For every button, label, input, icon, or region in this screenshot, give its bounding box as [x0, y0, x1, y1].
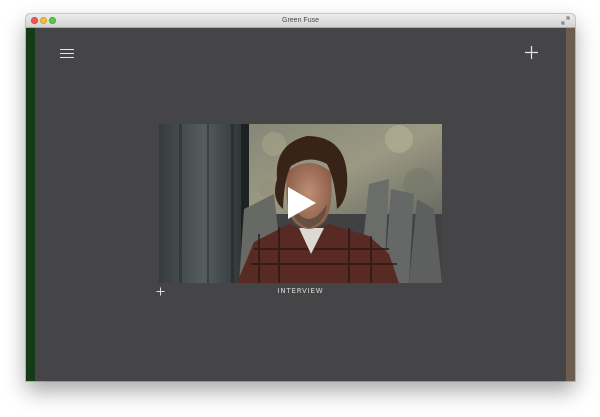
desktop: Green Fuse INTERVIEW	[0, 0, 600, 417]
play-icon[interactable]	[287, 186, 317, 220]
app-window: Green Fuse INTERVIEW	[26, 14, 575, 381]
title-bar[interactable]: Green Fuse	[26, 14, 575, 28]
right-accent-stripe	[566, 28, 575, 381]
left-accent-stripe	[26, 28, 35, 381]
plus-icon[interactable]	[524, 45, 539, 60]
hamburger-menu-icon[interactable]	[60, 47, 76, 61]
video-caption[interactable]: INTERVIEW	[159, 287, 442, 296]
interview-video-thumbnail[interactable]	[159, 124, 442, 283]
fullscreen-icon[interactable]	[561, 16, 570, 25]
window-title: Green Fuse	[282, 17, 319, 24]
